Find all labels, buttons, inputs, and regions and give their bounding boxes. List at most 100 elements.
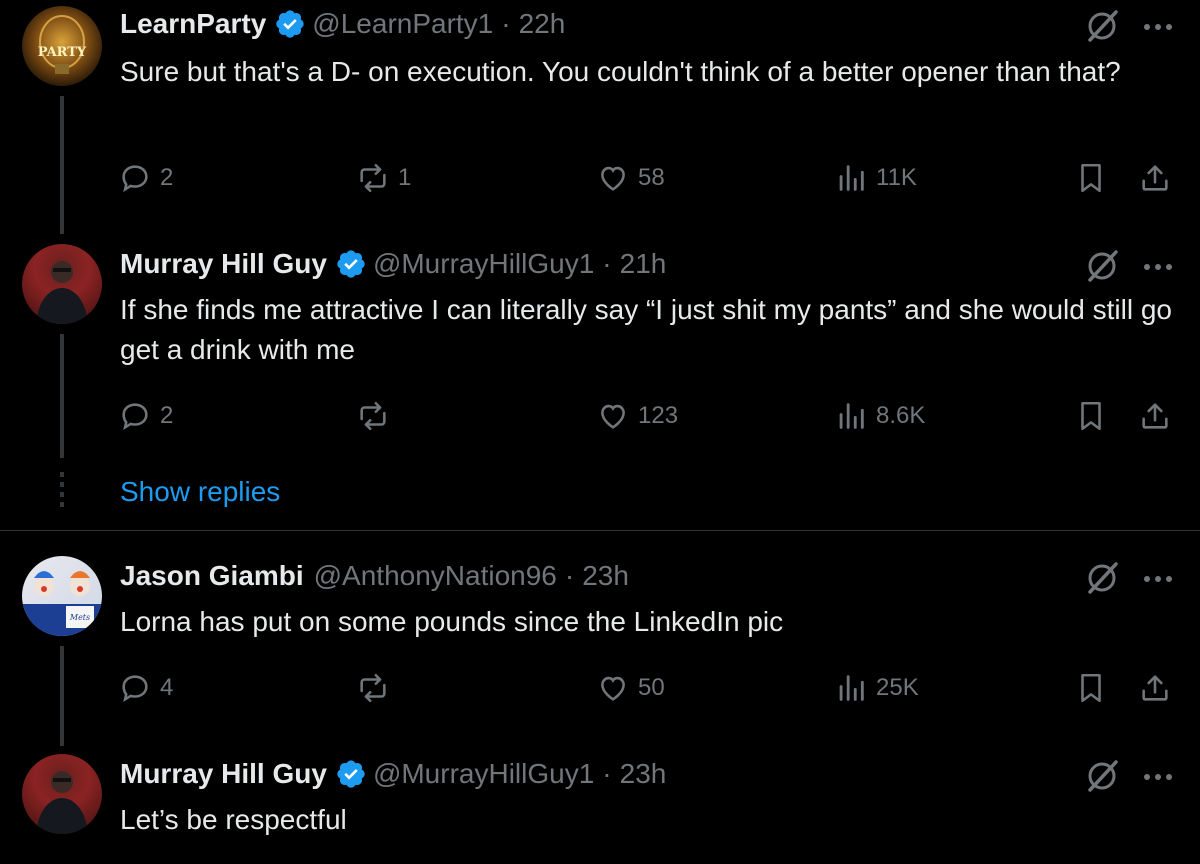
heart-icon [601,404,625,429]
author-name[interactable]: LearnParty [120,8,266,40]
separator: · [501,8,511,39]
thread-line [60,646,64,746]
repost-count: 1 [398,164,412,191]
bookmark-icon [1081,163,1101,193]
reply-count: 2 [160,164,174,191]
reply-feed: PARTY LearnParty @LearnParty1 · 22h Sure… [0,0,1200,864]
reply-icon [122,165,148,192]
verified-badge-icon[interactable] [335,248,367,280]
action-bar: 2 123 8.6K [118,396,1180,436]
author-handle[interactable]: @LearnParty1 [312,8,493,40]
views-count: 8.6K [876,402,926,429]
avatar-logo-text: PARTY [38,45,87,60]
reply-button[interactable]: 2 [118,158,173,198]
like-count: 123 [638,402,679,429]
thread-line [60,96,64,234]
divider [0,530,1200,531]
reply-button[interactable]: 4 [118,668,173,708]
tweet-text: If she finds me attractive I can literal… [120,294,1172,365]
tweet-text: Lorna has put on some pounds since the L… [120,606,784,637]
views-icon [839,403,864,429]
repost-icon [360,673,386,703]
share-button[interactable] [1138,668,1172,708]
like-button[interactable]: 50 [596,668,665,708]
grok-icon[interactable] [1084,560,1120,596]
views-icon [839,165,864,191]
grok-icon[interactable] [1084,758,1120,794]
grok-icon[interactable] [1084,8,1120,44]
author-handle[interactable]: @AnthonyNation96 [314,560,557,592]
share-icon [1142,403,1168,429]
avatar-photo: Mets [22,571,102,636]
reply-icon [122,675,148,702]
separator: · [602,758,612,789]
lightbulb-logo: PARTY [38,15,87,74]
verified-badge-icon[interactable] [335,758,367,790]
heart-icon [601,166,625,191]
more-icon[interactable] [1144,573,1178,585]
share-icon [1142,675,1168,701]
share-button[interactable] [1138,396,1172,436]
tweet-text: Sure but that's a D- on execution. You c… [120,56,1121,87]
bookmark-icon [1081,673,1101,703]
bookmark-button[interactable] [1074,158,1108,198]
repost-button[interactable] [356,396,390,436]
repost-button[interactable] [356,668,390,708]
author-name[interactable]: Murray Hill Guy [120,758,327,790]
reply-button[interactable]: 2 [118,396,173,436]
reply-count: 2 [160,402,174,429]
repost-button[interactable]: 1 [356,158,411,198]
tweet-text: Let’s be respectful [120,804,347,835]
bookmark-icon [1081,401,1101,431]
thread-line [60,334,64,458]
action-bar: 4 50 25K [118,668,1180,708]
avatar-photo [36,771,88,834]
share-button[interactable] [1138,158,1172,198]
grok-icon[interactable] [1084,248,1120,284]
reply-icon [122,403,148,430]
views-button[interactable]: 25K [834,668,919,708]
svg-text:Mets: Mets [69,613,90,622]
avatar-photo [36,261,88,324]
heart-icon [601,676,625,701]
tweet[interactable]: Mets Jason Giambi @AnthonyNation96 · 23h… [0,552,1200,752]
more-replies-indicator [60,472,64,512]
views-button[interactable]: 8.6K [834,396,925,436]
timestamp[interactable]: 22h [519,8,566,40]
views-icon [839,675,864,701]
timestamp[interactable]: 23h [620,758,667,790]
more-icon[interactable] [1144,261,1178,273]
tweet[interactable]: Murray Hill Guy @MurrayHillGuy1 · 23h Le… [0,752,1200,864]
like-count: 50 [638,674,665,701]
timestamp[interactable]: 23h [582,560,629,592]
author-name[interactable]: Murray Hill Guy [120,248,327,280]
views-count: 25K [876,674,919,701]
more-icon[interactable] [1144,21,1178,33]
author-handle[interactable]: @MurrayHillGuy1 [373,758,594,790]
author-handle[interactable]: @MurrayHillGuy1 [373,248,594,280]
tweet[interactable]: PARTY LearnParty @LearnParty1 · 22h Sure… [0,0,1200,240]
avatar[interactable] [22,244,102,324]
like-button[interactable]: 123 [596,396,678,436]
share-icon [1142,165,1168,191]
views-count: 11K [876,164,917,191]
avatar[interactable] [22,754,102,834]
like-button[interactable]: 58 [596,158,665,198]
timestamp[interactable]: 21h [620,248,667,280]
repost-icon [360,401,386,431]
reply-count: 4 [160,674,174,701]
avatar[interactable]: Mets [22,556,102,636]
tweet[interactable]: Murray Hill Guy @MurrayHillGuy1 · 21h If… [0,240,1200,530]
separator: · [564,560,575,591]
avatar[interactable]: PARTY [22,6,102,86]
action-bar: 2 1 58 11K [118,158,1180,198]
views-button[interactable]: 11K [834,158,917,198]
bookmark-button[interactable] [1074,668,1108,708]
author-name[interactable]: Jason Giambi [120,560,304,592]
verified-badge-icon[interactable] [274,8,306,40]
show-replies-link[interactable]: Show replies [120,476,280,508]
bookmark-button[interactable] [1074,396,1108,436]
like-count: 58 [638,164,665,191]
repost-icon [360,163,386,193]
more-icon[interactable] [1144,771,1178,783]
